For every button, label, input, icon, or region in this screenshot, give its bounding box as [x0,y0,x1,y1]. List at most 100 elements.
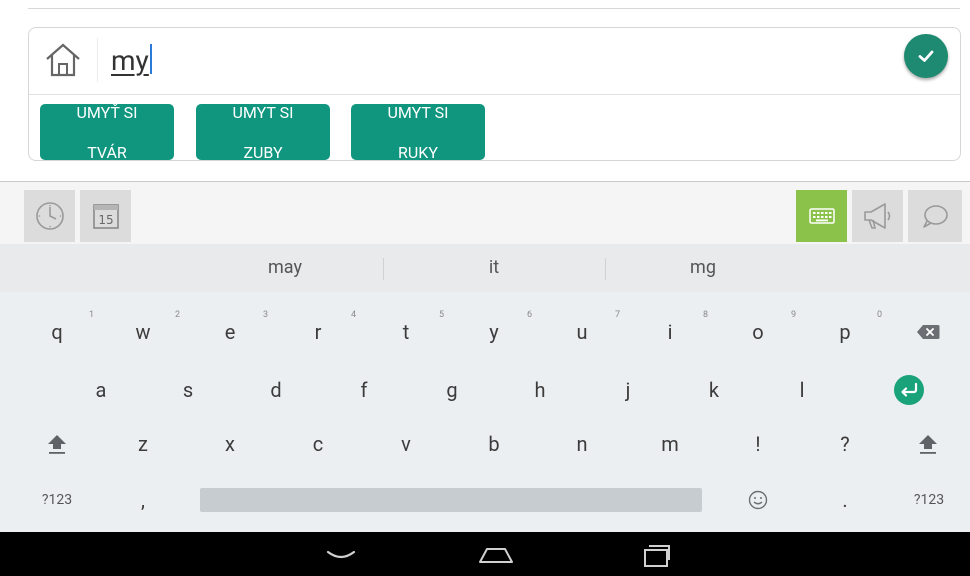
key-t[interactable]: t5 [362,308,450,356]
suggestion-line2: RUKY [398,143,438,162]
chevron-down-icon [326,550,356,559]
keyboard-mode-button[interactable] [796,190,847,242]
word-suggestion-it[interactable]: it [386,244,602,292]
key-period[interactable]: . [802,476,888,524]
key-number-hint: 9 [790,310,796,320]
confirm-button[interactable] [904,34,948,78]
suggestion-button-umyt-si-tvar[interactable]: UMYŤ SI TVÁR [40,103,174,162]
suggestion-line1: UMYT SI [232,103,294,122]
key-c[interactable]: c [274,420,362,468]
key-y[interactable]: y6 [450,308,538,356]
key-v[interactable]: v [362,420,450,468]
key-u[interactable]: u7 [538,308,626,356]
backspace-key[interactable] [888,308,968,356]
suggestion-line1: UMYT SI [387,103,449,122]
input-card: my UMYŤ SI TVÁR UMYT SI ZUBY UMYT SI RUKY [28,27,961,162]
key-number-hint: 4 [350,310,356,320]
key-label: w [135,320,151,344]
key-z[interactable]: z [100,420,186,468]
key-r[interactable]: r4 [274,308,362,356]
key-m[interactable]: m [626,420,714,468]
calendar-day: 15 [98,213,113,227]
word-suggestion-mg[interactable]: mg [608,244,798,292]
calendar-icon: 15 [92,204,119,229]
key-comma[interactable]: , [100,476,186,524]
key-number-hint: 7 [614,310,620,320]
shift-key-left[interactable] [14,420,100,468]
suggestion-button-umyt-si-ruky[interactable]: UMYT SI RUKY [351,103,485,162]
key-n[interactable]: n [538,420,626,468]
key-l[interactable]: l [758,366,846,414]
suggestion-line1: UMYŤ SI [76,103,138,122]
home-icon [46,43,80,77]
key-question[interactable]: ? [802,420,888,468]
key-a[interactable]: a [58,366,144,414]
key-d[interactable]: d [232,366,320,414]
clock-tool-button[interactable] [24,190,75,242]
enter-icon [894,375,924,405]
key-s[interactable]: s [144,366,232,414]
key-label: u [576,320,588,344]
top-divider [28,8,960,9]
suggestion-line2: ZUBY [243,143,283,162]
key-k[interactable]: k [670,366,758,414]
speak-mode-button[interactable] [852,190,903,242]
key-number-hint: 1 [88,310,94,320]
key-i[interactable]: i8 [626,308,714,356]
key-number-hint: 8 [702,310,708,320]
symbols-key-right[interactable]: ?123 [888,476,970,524]
key-h[interactable]: h [496,366,584,414]
backspace-icon [917,325,940,339]
key-b[interactable]: b [450,420,538,468]
shift-arrow-icon [919,435,937,454]
home-nav-icon [479,548,513,563]
enter-key[interactable] [876,366,942,414]
keyboard-toolbar: 15 [0,182,970,244]
home-separator [97,38,98,82]
symbols-key-left[interactable]: ?123 [14,476,100,524]
key-number-hint: 5 [438,310,444,320]
key-label: o [752,320,764,344]
key-e[interactable]: e3 [186,308,274,356]
smiley-icon [748,490,768,510]
text-caret [149,44,152,74]
word-suggestion-may[interactable]: may [190,244,380,292]
clock-icon [35,202,64,230]
space-bar[interactable] [200,488,702,512]
back-button[interactable] [311,538,371,572]
key-number-hint: 3 [262,310,268,320]
key-number-hint: 2 [174,310,180,320]
key-label: e [224,320,236,344]
keyboard-icon [808,208,835,224]
key-label: i [667,320,673,344]
key-f[interactable]: f [320,366,408,414]
input-text: my [111,44,149,77]
strip-separator [383,258,384,280]
system-navigation-bar [0,532,970,576]
home-button[interactable] [41,38,85,82]
recent-apps-button[interactable] [626,538,686,572]
shift-arrow-icon [48,435,66,454]
key-j[interactable]: j [584,366,672,414]
key-x[interactable]: x [186,420,274,468]
recent-apps-icon [644,545,670,567]
home-nav-button[interactable] [466,538,526,572]
suggestion-button-umyt-si-zuby[interactable]: UMYT SI ZUBY [196,103,330,162]
shift-key-right[interactable] [888,420,968,468]
key-g[interactable]: g [408,366,496,414]
key-w[interactable]: w2 [100,308,186,356]
key-label: y [489,320,499,344]
suggestion-line2: TVÁR [87,143,127,162]
message-input[interactable]: my [111,44,411,78]
key-p[interactable]: p0 [802,308,888,356]
chat-mode-button[interactable] [908,190,962,242]
key-label: p [839,320,851,344]
calendar-tool-button[interactable]: 15 [80,190,131,242]
key-q[interactable]: q1 [14,308,100,356]
strip-separator [605,258,606,280]
key-number-hint: 6 [526,310,532,320]
emoji-key[interactable] [714,476,802,524]
key-exclamation[interactable]: ! [714,420,802,468]
key-o[interactable]: o9 [714,308,802,356]
card-divider [29,94,960,95]
